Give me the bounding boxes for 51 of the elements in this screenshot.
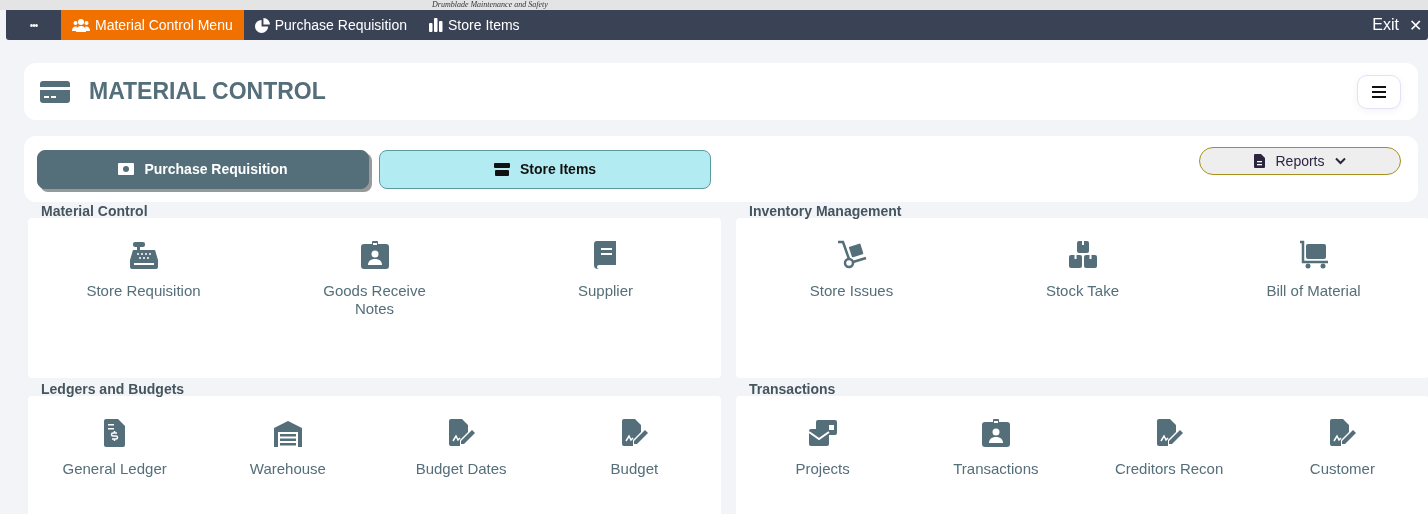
close-button[interactable]: ✕ [1403,10,1428,40]
warehouse-icon[interactable] [272,418,303,448]
tile-label[interactable]: Goods Receive Notes [309,282,440,318]
document-icon [1254,154,1266,168]
tile-label[interactable]: Bill of Material [1266,282,1361,300]
tile-label[interactable]: Projects [795,460,850,478]
nav-tab[interactable]: Material Control Menu [61,10,244,40]
tile-label[interactable]: Store Issues [809,282,894,300]
tile-label[interactable]: Store Requisition [86,282,201,300]
file-signature-icon[interactable] [619,418,650,448]
pie-chart-icon [254,17,270,33]
menu-button[interactable] [1357,74,1401,109]
money-bill-icon [118,163,135,175]
section-title: Inventory Management [749,204,903,218]
users-icon [72,18,90,32]
section-title: Transactions [749,382,837,396]
site-caption: Drumblade Maintenance and Safety [432,0,548,10]
tile-label[interactable]: Stock Take [1045,282,1120,300]
id-badge-icon[interactable] [359,240,390,270]
tile-label[interactable]: Creditors Recon [1114,460,1224,478]
file-signature-icon[interactable] [446,418,477,448]
boxes-icon[interactable] [1067,240,1098,270]
hand-truck-icon[interactable] [836,240,867,270]
tile-label[interactable]: Budget Dates [415,460,507,478]
bar-chart-icon [429,18,444,32]
section-title: Ledgers and Budgets [41,382,186,396]
tile-label[interactable]: Transactions [953,460,1039,478]
chevron-down-icon [1334,157,1346,165]
action-button[interactable]: Store Items [379,149,711,189]
more-button[interactable]: ••• [6,10,61,40]
action-button[interactable]: Purchase Requisition [37,149,369,189]
envelopes-icon[interactable] [807,418,838,448]
cart-icon[interactable] [1298,240,1329,270]
nav-tab[interactable]: Purchase Requisition [243,10,419,40]
exit-button[interactable]: Exit [1368,10,1403,40]
file-signature-icon[interactable] [1327,418,1358,448]
reports-dropdown[interactable]: Reports [1199,147,1401,175]
tile-label[interactable]: Supplier [577,282,633,300]
menu-icon [1372,85,1386,98]
id-badge-icon[interactable] [980,418,1011,448]
tile-label[interactable]: Budget [610,460,659,478]
cash-register-icon[interactable] [128,240,159,270]
nav-tab[interactable]: Store Items [418,10,531,40]
credit-card-icon [40,80,70,103]
store-icon [493,162,510,176]
tile-label[interactable]: Warehouse [249,460,326,478]
file-signature-icon[interactable] [1154,418,1185,448]
tile-label[interactable]: Customer [1309,460,1375,478]
tile-label[interactable]: General Ledger [62,460,167,478]
section-title: Material Control [41,204,149,218]
page-title: MATERIAL CONTROL [89,78,326,105]
